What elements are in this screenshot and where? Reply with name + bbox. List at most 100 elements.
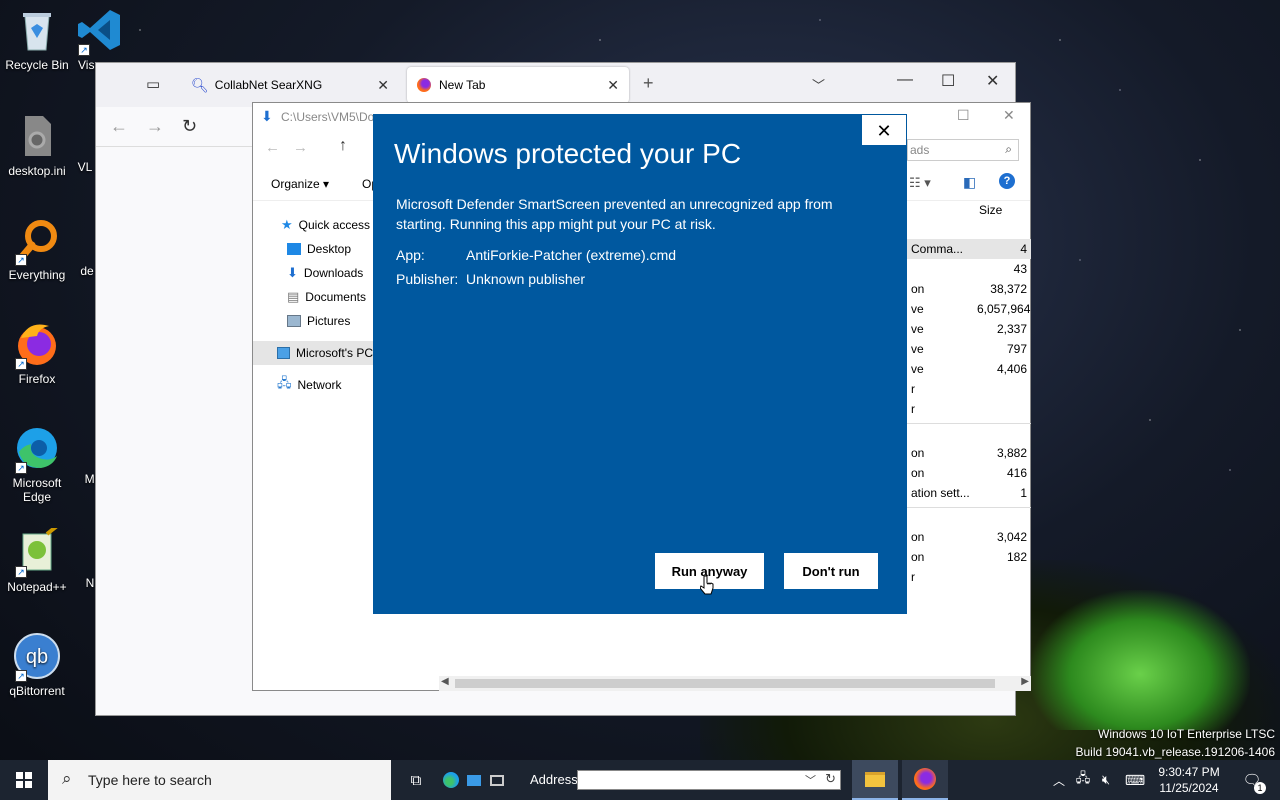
desktop-icon-qbittorrent[interactable]: qb ↗ qBittorrent	[0, 632, 75, 698]
desktop-icon-recycle-bin[interactable]: Recycle Bin	[0, 6, 75, 72]
desktop-shortcut-icon[interactable]	[464, 760, 484, 800]
forward-arrow-icon[interactable]: →	[293, 139, 308, 156]
folder-icon	[865, 771, 885, 787]
shortcut-arrow-icon: ↗	[78, 44, 90, 56]
table-row[interactable]: on 38,372	[907, 279, 1031, 299]
taskbar-search-box[interactable]: ⌕ Type here to search	[48, 760, 391, 800]
desktop-icon-label: Everything	[8, 268, 66, 282]
qbittorrent-icon: qb ↗	[13, 632, 61, 682]
maximize-icon[interactable]: ☐	[957, 107, 970, 124]
clock-date: 11/25/2024	[1159, 781, 1219, 795]
tab-searxng[interactable]: 🔍︎ CollabNet SearXNG ✕	[181, 67, 399, 103]
table-row[interactable]: ve 4,406	[907, 359, 1031, 379]
nav-documents[interactable]: ▤ Documents	[253, 285, 373, 309]
shortcut-arrow-icon: ↗	[15, 254, 27, 266]
volume-muted-icon[interactable]: 🔇︎	[1096, 760, 1116, 800]
show-hidden-icons-chevron-icon[interactable]: ︿	[1050, 760, 1068, 800]
download-folder-icon: ⬇	[261, 108, 273, 124]
scrollbar-thumb[interactable]	[455, 679, 995, 688]
nav-downloads[interactable]: ⬇ Downloads	[253, 261, 373, 285]
download-icon: ⬇	[287, 265, 298, 280]
forward-arrow-icon[interactable]: →	[146, 116, 164, 137]
close-tab-icon[interactable]: ✕	[377, 77, 389, 94]
table-row[interactable]: r	[907, 567, 1031, 587]
close-window-icon[interactable]: ✕	[1003, 107, 1015, 124]
group-divider	[907, 507, 1031, 527]
edge-taskbar-icon[interactable]	[440, 760, 462, 800]
dont-run-button[interactable]: Don't run	[784, 553, 878, 589]
size-column-header[interactable]: Size	[979, 203, 1002, 217]
maximize-icon[interactable]: ☐	[941, 71, 955, 91]
close-window-icon[interactable]: ✕	[986, 71, 999, 91]
back-arrow-icon[interactable]: ←	[265, 139, 280, 156]
reload-icon[interactable]: ↻	[182, 116, 197, 137]
action-center-button[interactable]: 🗨︎ 1	[1234, 760, 1270, 800]
desktop-icon-label: Microsoft Edge	[12, 476, 62, 504]
group-divider	[907, 423, 1031, 443]
taskbar-clock[interactable]: 9:30:47 PM 11/25/2024	[1154, 764, 1224, 796]
table-row[interactable]: on 3,882	[907, 443, 1031, 463]
desktop-icon-label: desktop.ini	[8, 164, 66, 178]
table-row[interactable]: r	[907, 399, 1031, 419]
star-icon: ★	[281, 217, 293, 232]
nav-quick-access[interactable]: ★ Quick access	[253, 213, 373, 237]
desktop-icon-everything[interactable]: ↗ Everything	[0, 216, 75, 282]
dialog-close-button[interactable]: ✕	[861, 114, 907, 146]
explorer-search-box[interactable]: ads ⌕	[907, 139, 1019, 161]
file-explorer-taskbar-button[interactable]	[852, 760, 898, 800]
table-row[interactable]: on 3,042	[907, 527, 1031, 547]
close-tab-icon[interactable]: ✕	[607, 77, 619, 94]
organize-button[interactable]: Organize ▾	[271, 177, 329, 191]
nav-network[interactable]: 🖧︎ Network	[253, 373, 373, 397]
keyboard-icon[interactable]: ⌨	[1122, 760, 1148, 800]
desktop-icon-desktop-ini[interactable]: desktop.ini	[0, 112, 75, 178]
preview-pane-icon[interactable]: ◧	[963, 174, 976, 191]
windows-edition-watermark: Windows 10 IoT Enterprise LTSC	[1098, 727, 1275, 741]
desktop-icon-label: qBittorrent	[9, 684, 65, 698]
desktop-icon-edge[interactable]: ↗ Microsoft Edge	[0, 424, 75, 504]
nav-this-pc[interactable]: Microsoft's PC	[253, 341, 373, 365]
horizontal-scrollbar[interactable]: ◀ ▶	[439, 676, 1031, 691]
firefox-taskbar-button[interactable]	[902, 760, 948, 800]
back-arrow-icon[interactable]: ←	[110, 116, 128, 137]
network-status-icon[interactable]: 🖧︎	[1074, 760, 1092, 800]
table-row[interactable]: ation sett... 1	[907, 483, 1031, 503]
nav-desktop[interactable]: Desktop	[253, 237, 373, 261]
network-window-icon[interactable]	[487, 760, 507, 800]
edge-icon: ↗	[13, 424, 61, 474]
search-icon: ⌕	[1005, 142, 1012, 156]
scroll-left-icon[interactable]: ◀	[441, 676, 449, 687]
dropdown-chevron-icon[interactable]: ﹀	[805, 772, 816, 788]
task-view-icon[interactable]: ⧉	[404, 760, 428, 800]
shortcut-arrow-icon: ↗	[15, 462, 27, 474]
help-icon[interactable]: ?	[999, 173, 1015, 189]
table-row[interactable]: ve 2,337	[907, 319, 1031, 339]
start-button[interactable]	[0, 760, 48, 800]
desktop-icon-notepadpp[interactable]: ↗ Notepad++	[0, 524, 75, 594]
tab-new-tab[interactable]: New Tab ✕	[407, 67, 629, 103]
firefox-icon: ↗	[13, 320, 61, 370]
nav-pictures[interactable]: Pictures	[253, 309, 373, 333]
list-tabs-chevron-icon[interactable]: ﹀	[812, 75, 825, 94]
minimize-icon[interactable]: —	[897, 71, 913, 89]
up-arrow-icon[interactable]: ↑	[339, 137, 347, 155]
desktop-icon-label: Recycle Bin	[5, 58, 69, 72]
table-row[interactable]: r	[907, 379, 1031, 399]
desktop-icon-label: Notepad++	[7, 580, 67, 594]
table-row[interactable]: Comma... 4	[907, 239, 1031, 259]
address-toolbar-input[interactable]: ﹀ ↻	[577, 770, 841, 790]
windows-build-watermark: Build 19041.vb_release.191206-1406	[1075, 745, 1276, 759]
table-row[interactable]: on 416	[907, 463, 1031, 483]
new-tab-plus-icon[interactable]: +	[643, 73, 654, 94]
refresh-icon[interactable]: ↻	[825, 771, 836, 787]
table-row[interactable]: ve 6,057,964	[907, 299, 1031, 319]
address-toolbar-label: Address	[530, 772, 578, 787]
table-row[interactable]: 43	[907, 259, 1031, 279]
scroll-right-icon[interactable]: ▶	[1021, 676, 1029, 687]
desktop-icon-firefox[interactable]: ↗ Firefox	[0, 320, 75, 386]
tab-overview-icon[interactable]: ▭	[146, 75, 160, 93]
table-row[interactable]: on 182	[907, 547, 1031, 567]
view-options-icon[interactable]: ☷ ▾	[909, 175, 931, 191]
table-row[interactable]: ve 797	[907, 339, 1031, 359]
taskbar: ⌕ Type here to search ⧉ Address ﹀ ↻ ︿ 🖧︎…	[0, 760, 1280, 800]
